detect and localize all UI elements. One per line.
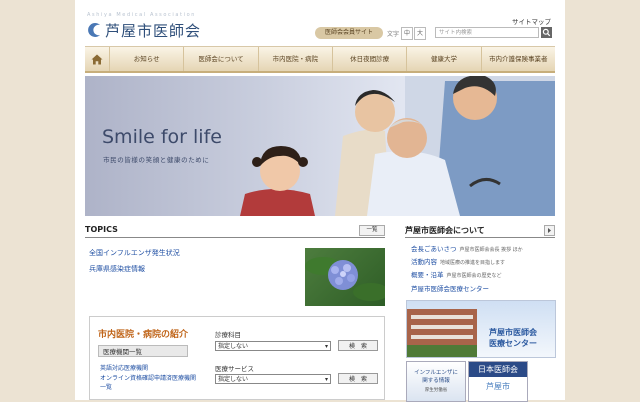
font-size-switcher: 文字 中 大 (387, 26, 427, 40)
service-label: 医療サービス (215, 365, 254, 373)
about-link-greeting[interactable]: 会長ごあいさつ 芦屋市医師会会長 挨拶 ほか (411, 243, 523, 253)
about-link-label: 芦屋市医師会医療センター (411, 285, 489, 293)
arrow-right-icon (548, 228, 551, 233)
font-size-medium-button[interactable]: 中 (401, 26, 414, 40)
center-line-2: 医療センター (489, 339, 537, 348)
about-link-medical-center[interactable]: 芦屋市医師会医療センター (411, 283, 489, 293)
font-size-large-button[interactable]: 大 (414, 26, 427, 40)
global-nav: お知らせ 医師会について 市内医院・病院 休日夜間診療 健康大学 市内介護保険事… (85, 46, 555, 73)
jma-banner-title: 日本医師会 (469, 362, 527, 377)
hero-subtitle: 市民の皆様の笑顔と健康のために (103, 156, 210, 164)
topics-title: TOPICS (85, 225, 118, 234)
about-header: 芦屋市医師会について (405, 225, 555, 238)
medical-center-banner[interactable]: 芦屋市医師会 医療センター (406, 300, 556, 358)
flu-banner-line-2: 関する情報 (422, 378, 450, 384)
nav-item-care-providers[interactable]: 市内介護保険事業者 (482, 47, 555, 71)
about-link-desc: 芦屋市医師会会長 挨拶 ほか (459, 247, 523, 253)
logo-english: Ashiya Medical Association (87, 12, 197, 18)
home-icon (91, 54, 103, 64)
nav-item-clinics[interactable]: 市内医院・病院 (259, 47, 333, 71)
building-photo (407, 309, 477, 357)
about-link-label: 会長ごあいさつ (411, 245, 457, 253)
department-select[interactable]: 指定しない (215, 341, 331, 352)
clinic-search-panel: 市内医院・病院の紹介 医療機関一覧 英語対応医療機関 オンライン資格確認申請済医… (89, 316, 385, 400)
online-qualification-link[interactable]: オンライン資格確認申請済医療機関一覧 (100, 373, 200, 391)
nav-item-health-college[interactable]: 健康大学 (407, 47, 482, 71)
about-link-desc: 芦屋市医師会の歴史など (446, 273, 502, 279)
font-size-label: 文字 (387, 30, 400, 38)
about-link-desc: 地域医療の推進を目指します (440, 260, 506, 266)
hydrangea-image (305, 257, 385, 301)
flu-info-banner[interactable]: インフルエンザに 関する情報 厚生労働省 (406, 361, 466, 402)
service-select[interactable]: 指定しない (215, 374, 331, 385)
search-input[interactable]: サイト内検索 (435, 27, 539, 38)
nav-item-holiday-care[interactable]: 休日夜間診療 (333, 47, 408, 71)
sitemap-link[interactable]: サイトマップ (512, 16, 551, 26)
clinic-list-button[interactable]: 医療機関一覧 (98, 345, 188, 357)
medical-center-text: 芦屋市医師会 医療センター (489, 327, 537, 349)
topic-link-infection-info[interactable]: 兵庫県感染症情報 (89, 264, 145, 274)
ashiya-banner-title: 芦屋市 (486, 382, 510, 391)
about-link-activities[interactable]: 活動内容 地域医療の推進を目指します (411, 256, 505, 266)
header: Ashiya Medical Association 芦屋市医師会 サイトマップ… (75, 0, 565, 44)
service-search-button[interactable]: 検 索 (338, 373, 378, 384)
topics-more-button[interactable]: 一覧 (359, 225, 385, 236)
about-link-label: 活動内容 (411, 258, 437, 266)
center-line-1: 芦屋市医師会 (489, 328, 537, 337)
department-search-button[interactable]: 検 索 (338, 340, 378, 351)
about-more-button[interactable] (544, 225, 555, 236)
hydrangea-photo (305, 248, 385, 306)
topic-link-influenza[interactable]: 全国インフルエンザ発生状況 (89, 248, 180, 258)
search-icon (542, 28, 551, 37)
about-title: 芦屋市医師会について (405, 226, 485, 235)
site-logo[interactable]: 芦屋市医師会 (105, 20, 201, 41)
jma-banner[interactable]: 日本医師会 芦屋市 (468, 361, 528, 402)
topics-header: TOPICS 一覧 (85, 225, 385, 238)
flu-banner-ministry: 厚生労働省 (424, 388, 448, 393)
about-link-label: 概要・沿革 (411, 271, 444, 279)
english-clinics-link[interactable]: 英語対応医療機関 (100, 363, 148, 372)
search-button[interactable] (541, 27, 552, 38)
department-label: 診療科目 (215, 331, 241, 339)
clinic-section-title: 市内医院・病院の紹介 (98, 330, 189, 340)
hero-banner: Smile for life 市民の皆様の笑顔と健康のために (85, 76, 555, 216)
about-link-history[interactable]: 概要・沿革 芦屋市医師会の歴史など (411, 269, 502, 279)
hero-title: Smile for life (102, 126, 222, 148)
page: Ashiya Medical Association 芦屋市医師会 サイトマップ… (75, 0, 565, 402)
nav-item-news[interactable]: お知らせ (110, 47, 185, 71)
logo-mark-icon[interactable] (87, 22, 103, 38)
nav-home[interactable] (85, 47, 110, 71)
nav-item-about[interactable]: 医師会について (184, 47, 259, 71)
members-site-button[interactable]: 医師会会員サイト (315, 27, 383, 39)
flu-banner-line-1: インフルエンザに (414, 370, 458, 376)
